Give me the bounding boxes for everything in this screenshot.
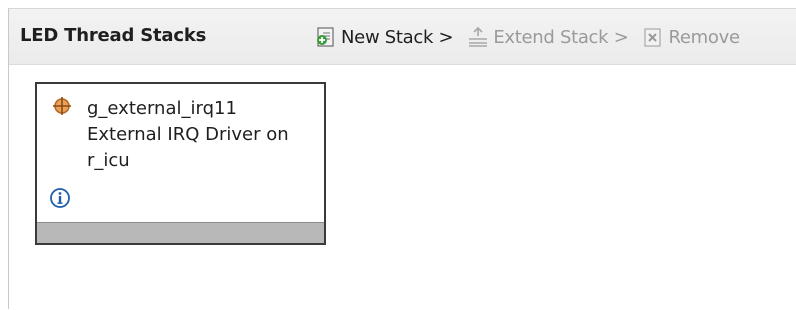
crosshair-module-icon — [52, 96, 72, 116]
thread-stacks-panel: LED Thread Stacks New Stack > Extend Sta… — [8, 8, 796, 309]
module-block-g-external-irq11[interactable]: g_external_irq11 External IRQ Driver on … — [35, 82, 326, 245]
stacks-canvas: g_external_irq11 External IRQ Driver on … — [9, 65, 796, 310]
panel-title: LED Thread Stacks — [20, 25, 207, 46]
extend-stack-button[interactable]: Extend Stack > — [467, 26, 629, 48]
extend-stack-icon — [467, 26, 489, 48]
new-stack-label: New Stack > — [341, 26, 454, 48]
new-stack-button[interactable]: New Stack > — [315, 26, 454, 48]
stack-toolbar: New Stack > Extend Stack > Remove — [315, 23, 754, 51]
extend-stack-label: Extend Stack > — [493, 26, 629, 48]
remove-label: Remove — [668, 26, 740, 48]
remove-icon — [642, 26, 664, 48]
module-text: g_external_irq11 External IRQ Driver on … — [87, 96, 322, 174]
module-body: g_external_irq11 External IRQ Driver on … — [37, 84, 324, 208]
remove-button[interactable]: Remove — [642, 26, 740, 48]
info-icon[interactable] — [49, 187, 71, 209]
module-description-line2: r_icu — [87, 150, 130, 171]
module-description-line1: External IRQ Driver on — [87, 124, 289, 145]
module-name: g_external_irq11 — [87, 98, 237, 119]
module-footer-bar — [37, 222, 324, 243]
new-stack-icon — [315, 26, 337, 48]
panel-header: LED Thread Stacks New Stack > Extend Sta… — [9, 9, 796, 65]
